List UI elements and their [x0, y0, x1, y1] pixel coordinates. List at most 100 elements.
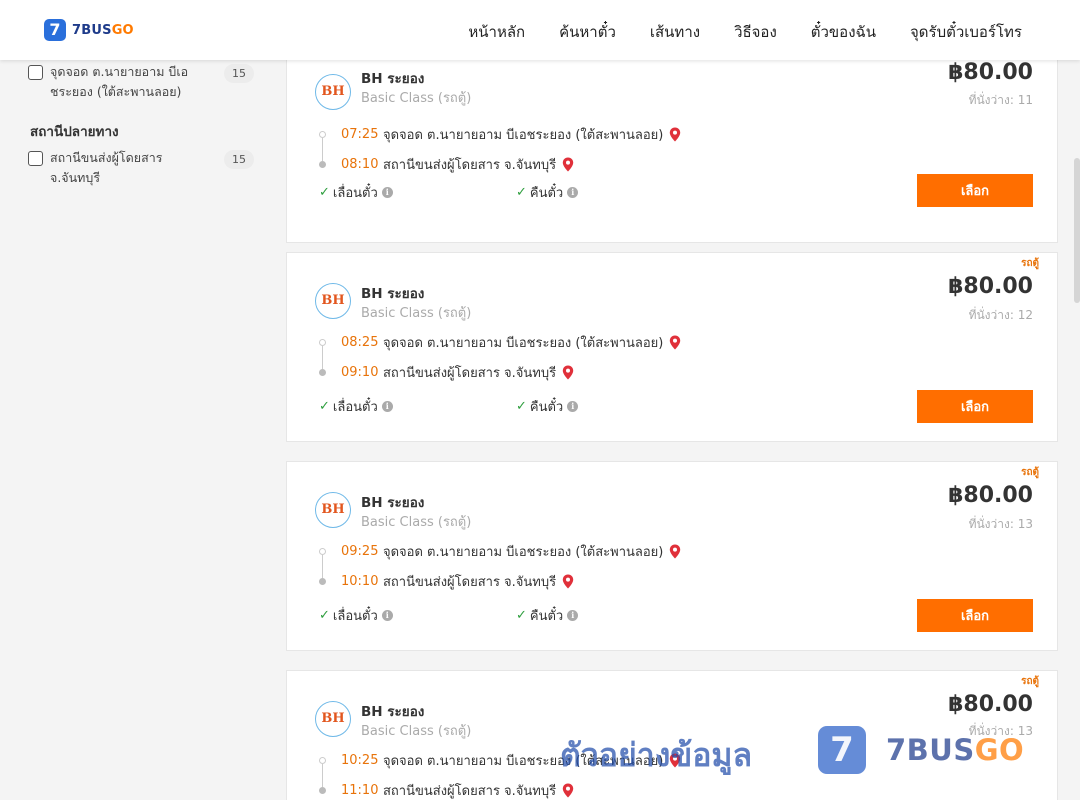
nav-search-ticket[interactable]: ค้นหาตั๋ว — [559, 20, 616, 44]
watermark-logo: 7 7BUSGO — [818, 726, 1024, 774]
departure-time: 09:25 — [341, 544, 379, 559]
info-icon[interactable]: i — [381, 187, 393, 198]
nav-my-tickets[interactable]: ตั๋วของฉัน — [811, 20, 876, 44]
operator-logo: BH — [315, 74, 351, 110]
origin-filter-checkbox[interactable] — [28, 65, 43, 80]
departure-stop: จุดจอด ต.นายายอาม บีเอชระยอง (ใต้สะพานลอ… — [383, 128, 664, 143]
vehicle-type-tag: รถตู้ — [1021, 676, 1039, 687]
origin-filter-label: จุดจอด ต.นายายอาม บีเอชระยอง (ใต้สะพานลอ… — [50, 64, 189, 99]
select-trip-button[interactable]: เลือก — [917, 599, 1033, 632]
map-pin-icon[interactable] — [562, 157, 574, 172]
arrival-time: 08:10 — [341, 157, 379, 172]
arrival-stop: สถานีขนส่งผู้โดยสาร จ.จันทบุรี — [383, 575, 557, 590]
check-icon: ✓ — [516, 185, 527, 200]
operator-name: BH ระยอง — [361, 286, 425, 302]
departure-time: 08:25 — [341, 335, 379, 350]
nav-how-to-book[interactable]: วิธีจอง — [734, 20, 777, 44]
destination-filter-label: สถานีขนส่งผู้โดยสาร จ.จันทบุรี — [50, 150, 163, 185]
operator-logo: BH — [315, 283, 351, 319]
operator-logo: BH — [315, 701, 351, 737]
top-header: 7 7BUSGO หน้าหลัก ค้นหาตั๋ว เส้นทาง วิธี… — [0, 0, 1080, 60]
trip-card: BH BH ระยอง Basic Class (รถตู้) 07:25 จุ… — [286, 53, 1058, 243]
arrival-stop: สถานีขนส่งผู้โดยสาร จ.จันทบุรี — [383, 158, 557, 173]
timeline-line — [322, 555, 323, 578]
departure-row: 07:25 จุดจอด ต.นายายอาม บีเอชระยอง (ใต้ส… — [341, 124, 681, 145]
select-trip-button[interactable]: เลือก — [917, 174, 1033, 207]
brand-logo-mark: 7 — [44, 19, 66, 41]
operator-name: BH ระยอง — [361, 495, 425, 511]
refund-ticket-feature: ✓ คืนตั๋ว i — [516, 605, 579, 626]
arrival-dot — [319, 161, 326, 168]
arrival-row: 08:10 สถานีขนส่งผู้โดยสาร จ.จันทบุรี — [341, 154, 574, 175]
brand-logo[interactable]: 7 7BUSGO — [44, 19, 134, 41]
info-icon[interactable]: i — [567, 401, 579, 412]
timeline-line — [322, 346, 323, 369]
departure-stop: จุดจอด ต.นายายอาม บีเอชระยอง (ใต้สะพานลอ… — [383, 545, 664, 560]
destination-filter-checkbox[interactable] — [28, 151, 43, 166]
nav-pickup-contact[interactable]: จุดรับตั๋วเบอร์โทร — [910, 20, 1022, 44]
info-icon[interactable]: i — [567, 610, 579, 621]
brand-logo-text-bus: 7BUS — [72, 22, 112, 38]
nav-home[interactable]: หน้าหลัก — [468, 20, 525, 44]
map-pin-icon[interactable] — [562, 574, 574, 589]
watermark-logo-text: 7BUSGO — [886, 733, 1024, 767]
check-icon: ✓ — [319, 399, 330, 414]
refund-ticket-feature: ✓ คืนตั๋ว i — [516, 182, 579, 203]
arrival-dot — [319, 578, 326, 585]
bus-class: Basic Class (รถตู้) — [361, 515, 472, 530]
watermark-logo-text-bus: 7BUS — [886, 733, 975, 767]
departure-dot — [319, 757, 326, 764]
vehicle-type-tag: รถตู้ — [1021, 258, 1039, 269]
map-pin-icon[interactable] — [669, 544, 681, 559]
map-pin-icon[interactable] — [669, 127, 681, 142]
departure-row: 09:25 จุดจอด ต.นายายอาม บีเอชระยอง (ใต้ส… — [341, 541, 681, 562]
arrival-dot — [319, 369, 326, 376]
departure-dot — [319, 131, 326, 138]
map-pin-icon[interactable] — [562, 365, 574, 380]
arrival-stop: สถานีขนส่งผู้โดยสาร จ.จันทบุรี — [383, 784, 557, 799]
watermark-logo-text-go: GO — [974, 733, 1025, 767]
page-scrollbar[interactable] — [1074, 158, 1080, 303]
departure-time: 10:25 — [341, 753, 379, 768]
destination-section-title: สถานีปลายทาง — [30, 124, 119, 140]
destination-filter-item[interactable]: สถานีขนส่งผู้โดยสาร จ.จันทบุรี 15 — [28, 148, 258, 188]
brand-logo-text-go: GO — [111, 22, 134, 38]
filter-sidebar: จุดจอด ต.นายายอาม บีเอชระยอง (ใต้สะพานลอ… — [0, 60, 270, 800]
bus-class: Basic Class (รถตู้) — [361, 306, 472, 321]
departure-dot — [319, 339, 326, 346]
change-ticket-label: เลื่อนตั๋ว — [332, 186, 378, 201]
bus-class: Basic Class (รถตู้) — [361, 724, 472, 739]
trip-price: ฿80.00 — [948, 483, 1033, 508]
arrival-stop: สถานีขนส่งผู้โดยสาร จ.จันทบุรี — [383, 366, 557, 381]
departure-stop: จุดจอด ต.นายายอาม บีเอชระยอง (ใต้สะพานลอ… — [383, 336, 664, 351]
map-pin-icon[interactable] — [562, 783, 574, 798]
check-icon: ✓ — [516, 608, 527, 623]
select-trip-button[interactable]: เลือก — [917, 390, 1033, 423]
origin-filter-count: 15 — [224, 64, 254, 83]
change-ticket-label: เลื่อนตั๋ว — [332, 400, 378, 415]
arrival-time: 10:10 — [341, 574, 379, 589]
arrival-time: 09:10 — [341, 365, 379, 380]
main-nav: หน้าหลัก ค้นหาตั๋ว เส้นทาง วิธีจอง ตั๋วข… — [468, 20, 1022, 44]
arrival-dot — [319, 787, 326, 794]
destination-filter-count: 15 — [224, 150, 254, 169]
arrival-time: 11:10 — [341, 783, 379, 798]
check-icon: ✓ — [319, 608, 330, 623]
refund-ticket-label: คืนตั๋ว — [529, 186, 564, 201]
origin-filter-item[interactable]: จุดจอด ต.นายายอาม บีเอชระยอง (ใต้สะพานลอ… — [28, 62, 258, 102]
info-icon[interactable]: i — [567, 187, 579, 198]
refund-ticket-label: คืนตั๋ว — [529, 609, 564, 624]
map-pin-icon[interactable] — [669, 335, 681, 350]
timeline-line — [322, 764, 323, 787]
check-icon: ✓ — [319, 185, 330, 200]
departure-dot — [319, 548, 326, 555]
change-ticket-feature: ✓ เลื่อนตั๋ว i — [319, 396, 393, 417]
info-icon[interactable]: i — [381, 610, 393, 621]
arrival-row: 11:10 สถานีขนส่งผู้โดยสาร จ.จันทบุรี — [341, 780, 574, 800]
refund-ticket-feature: ✓ คืนตั๋ว i — [516, 396, 579, 417]
seats-available: ที่นั่งว่าง: 11 — [968, 93, 1033, 107]
change-ticket-label: เลื่อนตั๋ว — [332, 609, 378, 624]
refund-ticket-label: คืนตั๋ว — [529, 400, 564, 415]
info-icon[interactable]: i — [381, 401, 393, 412]
nav-routes[interactable]: เส้นทาง — [650, 20, 700, 44]
